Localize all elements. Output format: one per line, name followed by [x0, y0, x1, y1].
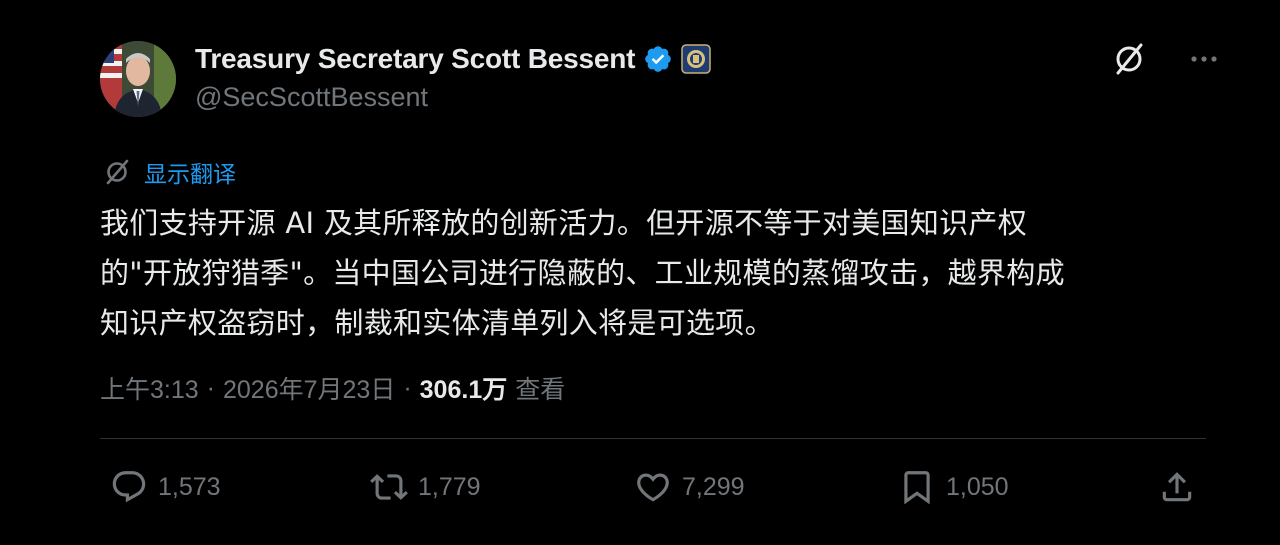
tweet-text-line: 我们支持开源 AI 及其所释放的创新活力。但开源不等于对美国知识产权: [100, 206, 1028, 240]
verified-badge-icon[interactable]: [643, 44, 673, 74]
tweet-text-line: 知识产权盗窃时，制裁和实体清单列入将是可选项。: [100, 306, 774, 340]
divider: [100, 438, 1206, 439]
share-button[interactable]: [1158, 467, 1196, 507]
reply-count: 1,573: [158, 472, 221, 501]
author-name-row: Treasury Secretary Scott Bessent: [195, 40, 712, 78]
views-label[interactable]: 查看: [515, 370, 565, 406]
repost-button[interactable]: 1,779: [370, 467, 481, 507]
meta-separator: ·: [206, 373, 215, 402]
share-icon: [1162, 472, 1192, 502]
tweet-text-line: 的"开放狩猎季"。当中国公司进行隐蔽的、工业规模的蒸馏攻击，越界构成: [100, 256, 1065, 290]
grok-icon[interactable]: [1110, 40, 1148, 78]
author-handle[interactable]: @SecScottBessent: [195, 82, 428, 113]
repost-count: 1,779: [418, 472, 481, 501]
tweet-text: 我们支持开源 AI 及其所释放的创新活力。但开源不等于对美国知识产权 的"开放狩…: [100, 198, 1210, 348]
meta-separator: ·: [403, 373, 412, 402]
like-button[interactable]: 7,299: [634, 467, 745, 507]
author-display-name[interactable]: Treasury Secretary Scott Bessent: [195, 43, 635, 75]
show-translation-link[interactable]: 显示翻译: [102, 155, 236, 189]
tweet-time[interactable]: 上午3:13: [100, 370, 199, 406]
views-count[interactable]: 306.1万: [420, 370, 508, 406]
grok-translate-icon: [106, 159, 129, 185]
bookmark-icon: [904, 471, 930, 505]
repost-icon: [370, 474, 408, 500]
more-options-icon[interactable]: [1186, 41, 1222, 77]
avatar[interactable]: [100, 41, 176, 117]
treasury-seal-icon[interactable]: [681, 44, 712, 74]
reply-icon: [112, 471, 146, 503]
bookmark-count: 1,050: [946, 472, 1009, 501]
show-translation-label[interactable]: 显示翻译: [144, 155, 236, 189]
tweet-date[interactable]: 2026年7月23日: [223, 370, 395, 406]
bookmark-button[interactable]: 1,050: [898, 467, 1009, 507]
tweet-top-actions: [1110, 40, 1222, 78]
like-count: 7,299: [682, 472, 745, 501]
heart-icon: [637, 473, 669, 502]
tweet-detail: Treasury Secretary Scott Bessent @SecSco…: [0, 0, 1280, 545]
tweet-meta: 上午3:13 · 2026年7月23日 · 306.1万 查看: [100, 370, 565, 406]
reply-button[interactable]: 1,573: [110, 467, 221, 507]
